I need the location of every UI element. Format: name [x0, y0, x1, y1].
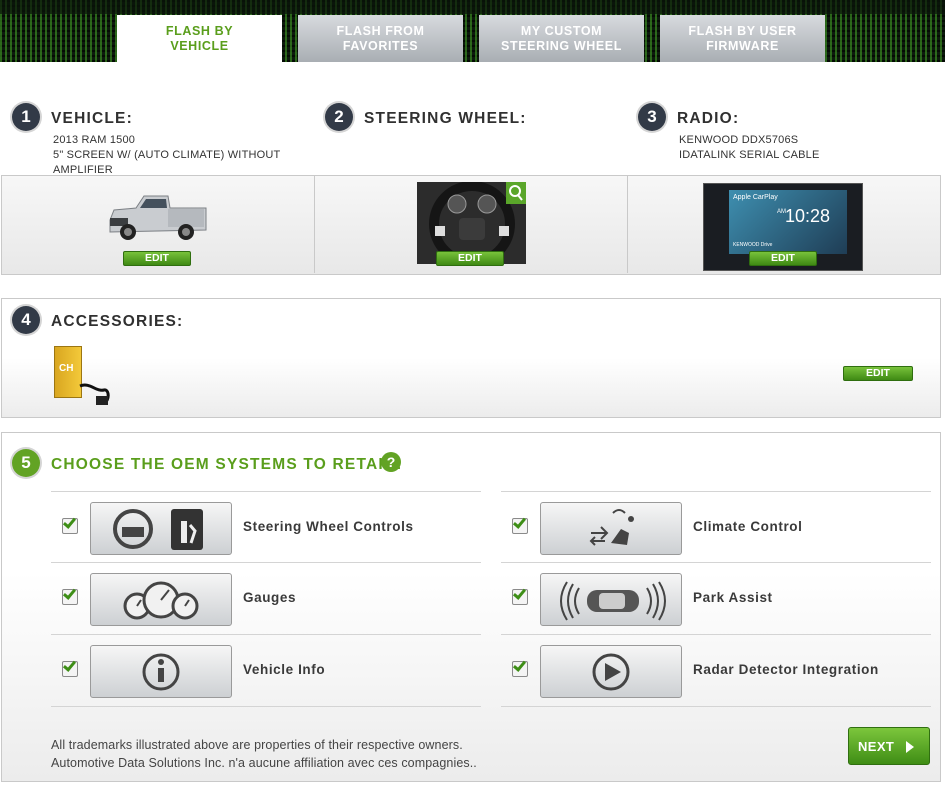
radio-screen: Apple CarPlay AM 10:28 KENWOOD Drive — [729, 190, 847, 254]
accessories-edit-button[interactable]: EDIT — [843, 366, 913, 381]
climate-icon[interactable] — [540, 502, 682, 555]
steering-wheel-controls-checkbox[interactable] — [62, 515, 78, 534]
disclaimer-line2: Automotive Data Solutions Inc. n'a aucun… — [51, 756, 477, 770]
tab-label-line2: STEERING WHEEL — [501, 39, 622, 53]
trademark-disclaimer: All trademarks illustrated above are pro… — [51, 736, 477, 772]
vehicle-edit-button[interactable]: EDIT — [123, 251, 191, 266]
radio-screen-app: Apple CarPlay — [733, 194, 778, 201]
gauges-icon[interactable] — [90, 573, 232, 626]
accessory-box-label: CH — [59, 363, 74, 374]
disclaimer-line1: All trademarks illustrated above are pro… — [51, 738, 463, 752]
oem-label: Radar Detector Integration — [693, 662, 879, 677]
steering-title: STEERING WHEEL: — [364, 110, 527, 127]
tab-flash-by-user-firmware[interactable]: FLASH BY USER FIRMWARE — [660, 15, 825, 62]
tab-label-line2: VEHICLE — [170, 39, 229, 53]
next-label: NEXT — [858, 739, 895, 754]
radio-model: KENWOOD DDX5706S — [679, 134, 799, 146]
tab-my-custom-steering-wheel[interactable]: MY CUSTOM STEERING WHEEL — [479, 15, 644, 62]
steering-edit-button[interactable]: EDIT — [436, 251, 504, 266]
oem-row-steering-wheel-controls: Steering Wheel Controls — [51, 491, 481, 563]
vehicle-info-checkbox[interactable] — [62, 658, 78, 677]
truck-image — [109, 195, 207, 240]
oem-label: Gauges — [243, 590, 297, 605]
radio-title: RADIO: — [677, 110, 740, 127]
radio-screen-time: 10:28 — [785, 206, 831, 226]
zoom-icon[interactable] — [506, 182, 526, 204]
tab-label-line1: MY CUSTOM — [520, 24, 603, 38]
vehicle-option-cont: AMPLIFIER — [53, 164, 113, 176]
oem-label: Climate Control — [693, 519, 803, 534]
step-badge-4: 4 — [12, 306, 40, 334]
vehicle-option: 5" SCREEN W/ (AUTO CLIMATE) WITHOUT — [53, 149, 281, 161]
next-button[interactable]: NEXT — [848, 727, 930, 765]
step-badge-3: 3 — [638, 103, 666, 131]
step-badge-2: 2 — [325, 103, 353, 131]
accessory-harness-image — [79, 383, 110, 405]
help-icon[interactable]: ? — [381, 452, 401, 472]
climate-control-checkbox[interactable] — [512, 515, 528, 534]
radar-detector-checkbox[interactable] — [512, 658, 528, 677]
play-icon[interactable] — [540, 645, 682, 698]
oem-label: Steering Wheel Controls — [243, 519, 414, 534]
chevron-right-icon — [906, 741, 914, 753]
vehicle-details: 2013 RAM 1500 5" SCREEN W/ (AUTO CLIMATE… — [53, 133, 280, 178]
park-assist-checkbox[interactable] — [512, 586, 528, 605]
oem-row-climate-control: Climate Control — [501, 491, 931, 563]
tab-label-line2: FAVORITES — [342, 39, 419, 53]
tab-flash-from-favorites[interactable]: FLASH FROM FAVORITES — [298, 15, 463, 62]
oem-row-radar-detector-integration: Radar Detector Integration — [501, 635, 931, 707]
tab-label-line1: FLASH BY — [165, 24, 234, 38]
tab-label-line1: FLASH BY USER — [688, 24, 797, 38]
oem-title: CHOOSE THE OEM SYSTEMS TO RETAIN: — [51, 456, 403, 473]
info-icon[interactable] — [90, 645, 232, 698]
vehicle-model: 2013 RAM 1500 — [53, 134, 136, 146]
accessories-title: ACCESSORIES: — [51, 313, 184, 330]
step-badge-1: 1 — [12, 103, 40, 131]
divider — [314, 175, 315, 273]
steering-wheel-controls-icon[interactable] — [90, 502, 232, 555]
divider — [627, 175, 628, 273]
oem-label: Vehicle Info — [243, 662, 326, 677]
oem-row-gauges: Gauges — [51, 563, 481, 635]
vehicle-title: VEHICLE: — [51, 110, 133, 127]
oem-row-vehicle-info: Vehicle Info — [51, 635, 481, 707]
tab-label-line2: FIRMWARE — [706, 39, 779, 53]
oem-row-park-assist: Park Assist — [501, 563, 931, 635]
tab-label-line1: FLASH FROM — [336, 24, 425, 38]
step-badge-5: 5 — [12, 449, 40, 477]
radio-details: KENWOOD DDX5706S IDATALINK SERIAL CABLE — [679, 133, 820, 163]
oem-label: Park Assist — [693, 590, 773, 605]
radio-interface: IDATALINK SERIAL CABLE — [679, 149, 820, 161]
gauges-checkbox[interactable] — [62, 586, 78, 605]
radio-edit-button[interactable]: EDIT — [749, 251, 817, 266]
tab-flash-by-vehicle[interactable]: FLASH BY VEHICLE — [117, 15, 282, 63]
park-assist-icon[interactable] — [540, 573, 682, 626]
radio-screen-brand: KENWOOD Drive — [733, 242, 773, 248]
